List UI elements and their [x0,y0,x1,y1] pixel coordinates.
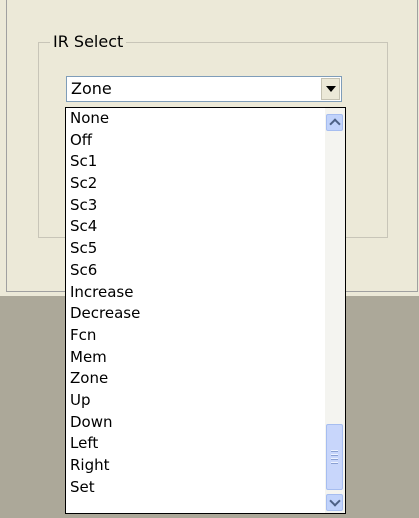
list-item[interactable]: Off [66,130,326,152]
chevron-up-icon [328,118,341,130]
list-item[interactable]: Right [66,455,326,477]
grip-line [331,450,338,452]
dropdown-list[interactable]: None Off Sc1 Sc2 Sc3 Sc4 Sc5 Sc6 Increas… [65,107,346,514]
list-item[interactable]: Mem [66,347,326,369]
grip-line [331,462,338,464]
list-item[interactable]: Decrease [66,303,326,325]
combo-dropdown-button[interactable] [321,78,340,100]
list-item[interactable]: None [66,108,326,130]
vertical-scrollbar[interactable] [325,108,345,513]
list-item[interactable]: Fcn [66,325,326,347]
list-item[interactable]: Zone [66,368,326,390]
grip-line [331,454,338,456]
option-list: None Off Sc1 Sc2 Sc3 Sc4 Sc5 Sc6 Increas… [66,108,326,498]
list-item[interactable]: Down [66,412,326,434]
scroll-up-button[interactable] [326,114,343,131]
dropdown-arrow-icon [325,86,336,92]
scroll-down-button[interactable] [326,494,343,511]
chevron-down-icon [328,495,341,507]
grip-line [331,458,338,460]
list-item[interactable]: Left [66,433,326,455]
ir-select-combobox[interactable]: Zone [66,76,342,102]
list-item[interactable]: Up [66,390,326,412]
list-item[interactable]: Sc1 [66,151,326,173]
list-item[interactable]: Sc5 [66,238,326,260]
list-item[interactable]: Sc4 [66,216,326,238]
list-item[interactable]: Increase [66,282,326,304]
list-item[interactable]: Sc6 [66,260,326,282]
scrollbar-thumb[interactable] [326,424,343,490]
groupbox-title: IR Select [50,32,127,52]
list-item[interactable]: Sc2 [66,173,326,195]
list-item[interactable]: Set [66,477,326,499]
combo-selected-value: Zone [71,79,112,98]
list-item[interactable]: Sc3 [66,195,326,217]
